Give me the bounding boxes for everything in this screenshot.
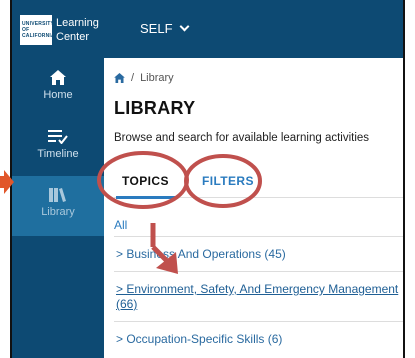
tab-topics[interactable]: TOPICS	[122, 174, 169, 188]
sidebar-item-home[interactable]: Home	[12, 58, 104, 122]
sidebar-item-label: Library	[41, 206, 75, 218]
app-name: Learning Center	[56, 16, 99, 44]
sidebar-item-label: Home	[43, 89, 73, 101]
breadcrumb-current: Library	[140, 72, 174, 84]
list-item[interactable]: > Environment, Safety, And Emergency Man…	[114, 271, 403, 321]
logo-line: CALIFORNIA	[22, 33, 55, 39]
app-window: UNIVERSITY OF CALIFORNIA Learning Center…	[10, 0, 405, 358]
list-item-label: > Occupation-Specific Skills (6)	[116, 332, 283, 346]
active-tab-indicator	[116, 196, 178, 199]
library-icon	[49, 188, 66, 202]
breadcrumb-separator: /	[131, 72, 135, 84]
topic-all-link[interactable]: All	[114, 218, 127, 232]
tab-filters[interactable]: FILTERS	[202, 174, 254, 188]
sidebar: Home Timeline Library	[12, 58, 104, 358]
sidebar-item-label: Timeline	[37, 148, 79, 160]
tab-bar: TOPICS FILTERS	[114, 168, 403, 199]
page-subtitle: Browse and search for available learning…	[114, 132, 370, 144]
app-name-line: Center	[56, 31, 90, 43]
self-menu-dropdown[interactable]: SELF	[140, 21, 189, 36]
list-item-label: > Business And Operations (45)	[116, 247, 286, 261]
home-icon	[50, 70, 66, 85]
list-item[interactable]: > Occupation-Specific Skills (6)	[114, 321, 403, 356]
list-item-label: > Environment, Safety, And Emergency Man…	[116, 282, 399, 311]
home-icon[interactable]	[114, 73, 125, 83]
timeline-icon	[48, 130, 68, 144]
breadcrumb: / Library	[114, 72, 174, 84]
top-bar: UNIVERSITY OF CALIFORNIA Learning Center…	[12, 0, 403, 58]
sidebar-item-library[interactable]: Library	[12, 176, 104, 236]
main-content: / Library LIBRARY Browse and search for …	[104, 58, 403, 358]
self-menu-label: SELF	[140, 21, 173, 36]
page-title: LIBRARY	[114, 98, 196, 118]
app-name-line: Learning	[56, 17, 99, 29]
sidebar-item-timeline[interactable]: Timeline	[12, 118, 104, 182]
topic-list: > Business And Operations (45) > Environ…	[114, 236, 403, 356]
list-item[interactable]: > Business And Operations (45)	[114, 236, 403, 271]
chevron-down-icon	[179, 21, 189, 32]
uc-logo[interactable]: UNIVERSITY OF CALIFORNIA	[20, 15, 55, 45]
